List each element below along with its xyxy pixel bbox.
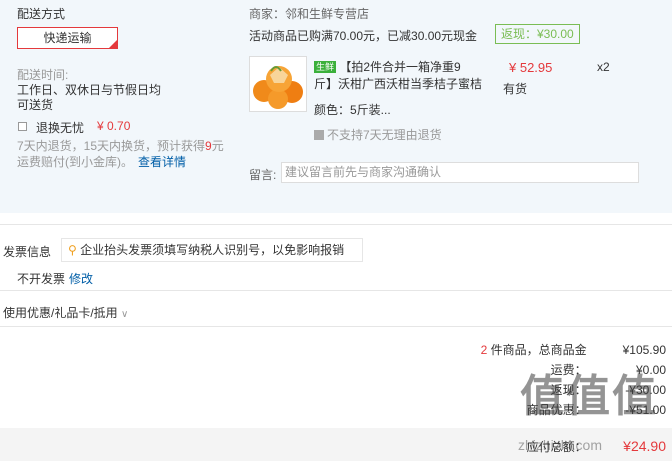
shipping-method-label: 快递运输	[43, 31, 92, 45]
info-icon	[314, 130, 324, 140]
insurance-desc-line1: 7天内退货，15天内换货，预计获得9元	[17, 139, 224, 153]
invoice-title: 发票信息	[3, 245, 52, 259]
delivery-time-value-line2: 可送货	[17, 98, 54, 112]
details-link[interactable]: 查看详情	[138, 153, 186, 170]
return-policy: 不支持7天无理由退货	[314, 126, 442, 143]
stock-status: 有货	[503, 82, 528, 96]
product-quantity: x2	[597, 60, 610, 74]
note-label: 留言:	[249, 168, 277, 182]
watermark: 值值值	[520, 372, 658, 421]
invoice-tip: ⚲ 企业抬头发票须填写纳税人识别号，以免影响报销	[61, 238, 363, 262]
fresh-tag: 生鲜	[314, 61, 337, 73]
insurance-checkbox[interactable]	[18, 122, 27, 131]
insurance-desc-line2: 运费赔付(到小金库)。	[17, 155, 133, 169]
product-color: 颜色：5斤装...	[314, 103, 391, 117]
product-thumbnail[interactable]	[249, 56, 307, 112]
location-pin-icon: ⚲	[68, 243, 77, 257]
product-name-line2: 斤】沃柑广西沃柑当季桔子蜜桔	[314, 77, 483, 91]
delivery-title: 配送方式	[17, 7, 66, 21]
pay-total-row: 应付总额： ¥24.90	[526, 438, 666, 454]
divider	[0, 326, 672, 327]
watermark-site: zhizhizhi.com	[517, 437, 602, 453]
promo-text: 活动商品已购满70.00元，已减30.00元现金	[249, 29, 478, 43]
rebate-badge: 返现：¥30.00	[495, 24, 580, 44]
invoice-value: 不开发票	[17, 272, 66, 286]
insurance-label: 退换无忧	[36, 121, 85, 135]
oranges-image-icon	[250, 57, 306, 111]
insurance-price: ¥ 0.70	[97, 119, 131, 133]
note-input[interactable]: 建议留言前先与商家沟通确认	[281, 162, 639, 183]
invoice-edit-link[interactable]: 修改	[69, 270, 93, 287]
summary-count-row: 2 件商品，总商品金 ¥105.90	[480, 343, 666, 357]
shop-name: 商家：邻和生鲜专营店	[249, 7, 370, 21]
divider	[0, 224, 672, 225]
chevron-down-icon: ∨	[121, 309, 129, 320]
coupon-toggle[interactable]: 使用优惠/礼品卡/抵用 ∨	[3, 304, 128, 321]
product-price: ¥ 52.95	[509, 60, 553, 75]
selected-corner-icon	[109, 40, 117, 48]
product-name[interactable]: 生鲜 【拍2件合并一箱净重9 斤】沃柑广西沃柑当季桔子蜜桔	[314, 59, 492, 93]
divider	[0, 290, 672, 291]
shipping-method-button[interactable]: 快递运输	[17, 27, 118, 49]
product-name-line1: 【拍2件合并一箱净重9	[339, 60, 461, 74]
